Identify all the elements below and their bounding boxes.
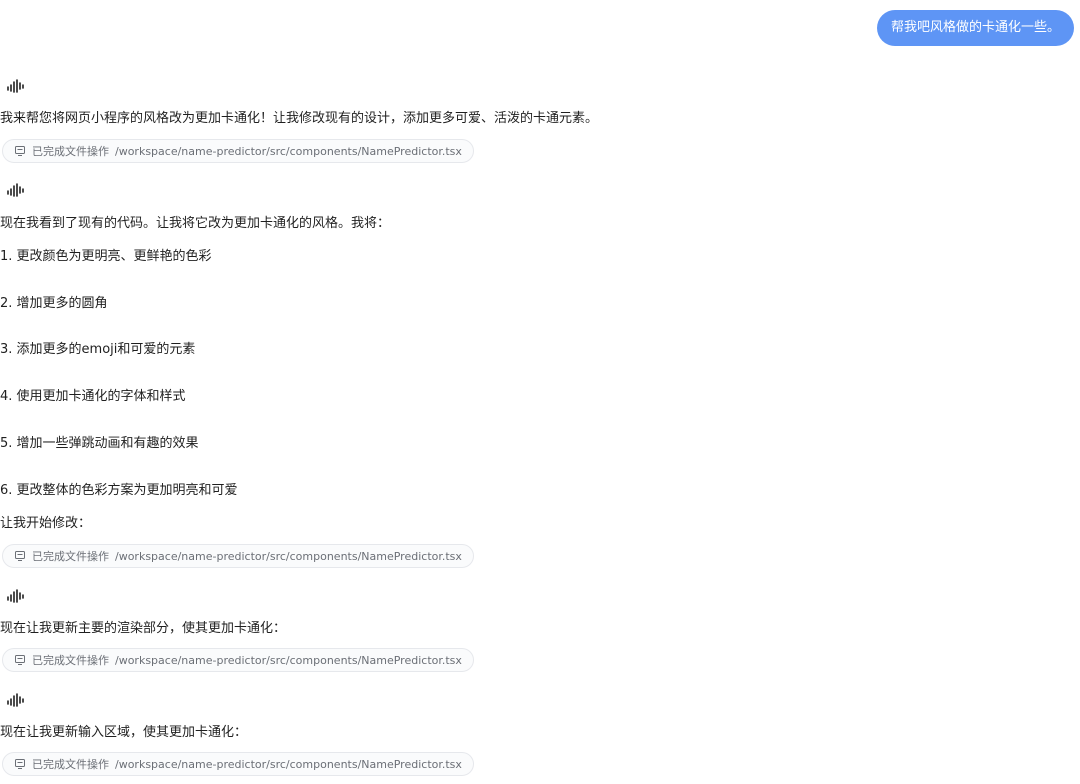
step-item: 6. 更改整体的色彩方案为更加明亮和可爱	[0, 483, 238, 498]
file-op-status: 已完成文件操作	[32, 654, 109, 667]
assistant-update-render-text: 现在让我更新主要的渲染部分，使其更加卡通化：	[0, 621, 287, 636]
file-op-icon	[14, 145, 26, 157]
assistant-update-input-text: 现在让我更新输入区域，使其更加卡通化：	[0, 725, 248, 740]
sound-wave-icon	[6, 78, 26, 94]
step-item: 2. 增加更多的圆角	[0, 296, 108, 311]
file-op-path: /workspace/name-predictor/src/components…	[115, 653, 462, 667]
file-op-status: 已完成文件操作	[32, 550, 109, 563]
file-op-status: 已完成文件操作	[32, 145, 109, 158]
step-item: 4. 使用更加卡通化的字体和样式	[0, 389, 186, 404]
file-op-path: /workspace/name-predictor/src/components…	[115, 549, 462, 563]
file-operation-chip[interactable]: 已完成文件操作 /workspace/name-predictor/src/co…	[2, 139, 474, 163]
file-op-status: 已完成文件操作	[32, 758, 109, 771]
step-item: 5. 增加一些弹跳动画和有趣的效果	[0, 436, 199, 451]
assistant-intro-text: 我来帮您将网页小程序的风格改为更加卡通化！让我修改现有的设计，添加更多可爱、活泼…	[0, 111, 599, 126]
sound-wave-icon	[6, 588, 26, 604]
user-message-bubble: 帮我吧风格做的卡通化一些。	[876, 10, 1074, 46]
file-op-icon	[14, 550, 26, 562]
file-op-path: /workspace/name-predictor/src/components…	[115, 757, 462, 771]
file-op-icon	[14, 654, 26, 666]
chat-page: 帮我吧风格做的卡通化一些。 我来帮您将网页小程序的风格改为更加卡通化！让我修改现…	[0, 0, 1080, 784]
file-operation-chip[interactable]: 已完成文件操作 /workspace/name-predictor/src/co…	[2, 752, 474, 776]
file-op-icon	[14, 758, 26, 770]
file-operation-chip[interactable]: 已完成文件操作 /workspace/name-predictor/src/co…	[2, 544, 474, 568]
assistant-start-modify-text: 让我开始修改：	[0, 516, 92, 531]
file-op-path: /workspace/name-predictor/src/components…	[115, 144, 462, 158]
step-item: 3. 添加更多的emoji和可爱的元素	[0, 342, 196, 357]
assistant-seen-code-text: 现在我看到了现有的代码。让我将它改为更加卡通化的风格。我将：	[0, 216, 391, 231]
sound-wave-icon	[6, 692, 26, 708]
sound-wave-icon	[6, 182, 26, 198]
file-operation-chip[interactable]: 已完成文件操作 /workspace/name-predictor/src/co…	[2, 648, 474, 672]
step-item: 1. 更改颜色为更明亮、更鲜艳的色彩	[0, 249, 212, 264]
